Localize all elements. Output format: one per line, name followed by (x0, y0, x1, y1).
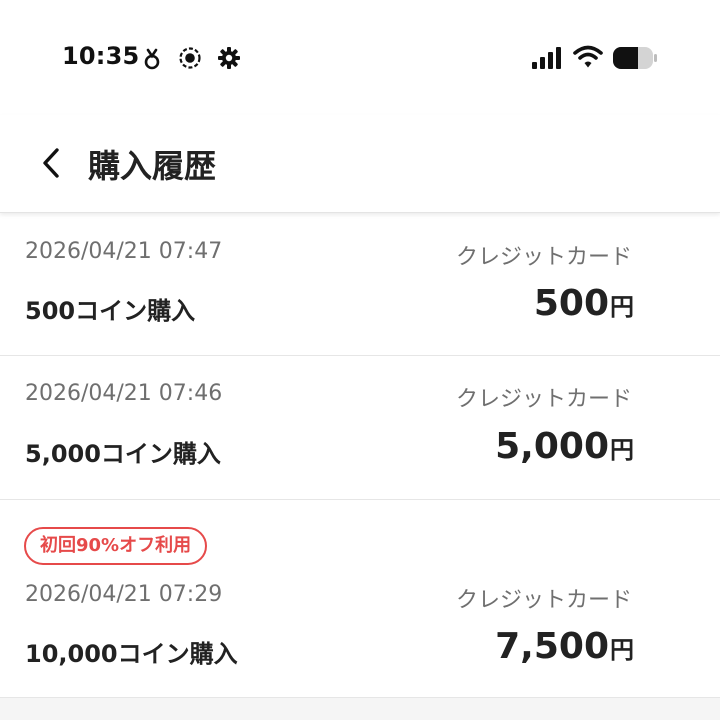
purchase-description: 500コイン購入 (25, 297, 196, 325)
signal-icon (532, 47, 561, 69)
battery-icon (613, 47, 657, 69)
purchase-amount: 5,000円 (495, 426, 634, 467)
amount-value: 5,000 (495, 426, 609, 467)
screen-record-icon (179, 47, 201, 69)
amount-unit: 円 (610, 636, 634, 664)
amount-value: 500 (533, 283, 609, 324)
payment-method: クレジットカード (455, 387, 632, 412)
status-bar: 10:35 (0, 0, 720, 115)
purchase-history-list: 2026/04/21 07:47 クレジットカード 500コイン購入 500円 … (0, 213, 720, 698)
purchase-date: 2026/04/21 07:47 (25, 239, 223, 264)
history-item[interactable]: 2026/04/21 07:47 クレジットカード 500コイン購入 500円 (0, 213, 720, 356)
payment-method: クレジットカード (455, 588, 632, 613)
amount-unit: 円 (610, 293, 634, 321)
wifi-icon (573, 45, 603, 68)
chevron-left-icon (43, 148, 59, 178)
purchase-date: 2026/04/21 07:46 (25, 381, 223, 406)
back-button[interactable] (34, 143, 68, 183)
history-item[interactable]: 初回90%オフ利用 2026/04/21 07:29 クレジットカード 10,0… (0, 500, 720, 698)
payment-method: クレジットカード (455, 245, 632, 270)
amount-value: 7,500 (495, 626, 609, 667)
page-title: 購入履歴 (88, 147, 217, 185)
gear-icon (218, 47, 240, 69)
purchase-description: 5,000コイン購入 (25, 440, 221, 468)
purchase-amount: 7,500円 (495, 626, 634, 667)
amount-unit: 円 (610, 436, 634, 464)
purchase-history-screen: 10:35 購入履歴 2026/04/21 07:47 クレジットカード 500… (0, 0, 720, 720)
history-item[interactable]: 2026/04/21 07:46 クレジットカード 5,000コイン購入 5,0… (0, 356, 720, 500)
purchase-description: 10,000コイン購入 (25, 640, 238, 668)
discount-badge: 初回90%オフ利用 (24, 527, 208, 565)
purchase-date: 2026/04/21 07:29 (25, 582, 223, 607)
notification-icon (144, 48, 160, 70)
purchase-amount: 500円 (534, 283, 634, 324)
app-header: 購入履歴 (0, 115, 720, 213)
list-bottom-area (0, 698, 720, 720)
status-time: 10:35 (62, 42, 140, 70)
